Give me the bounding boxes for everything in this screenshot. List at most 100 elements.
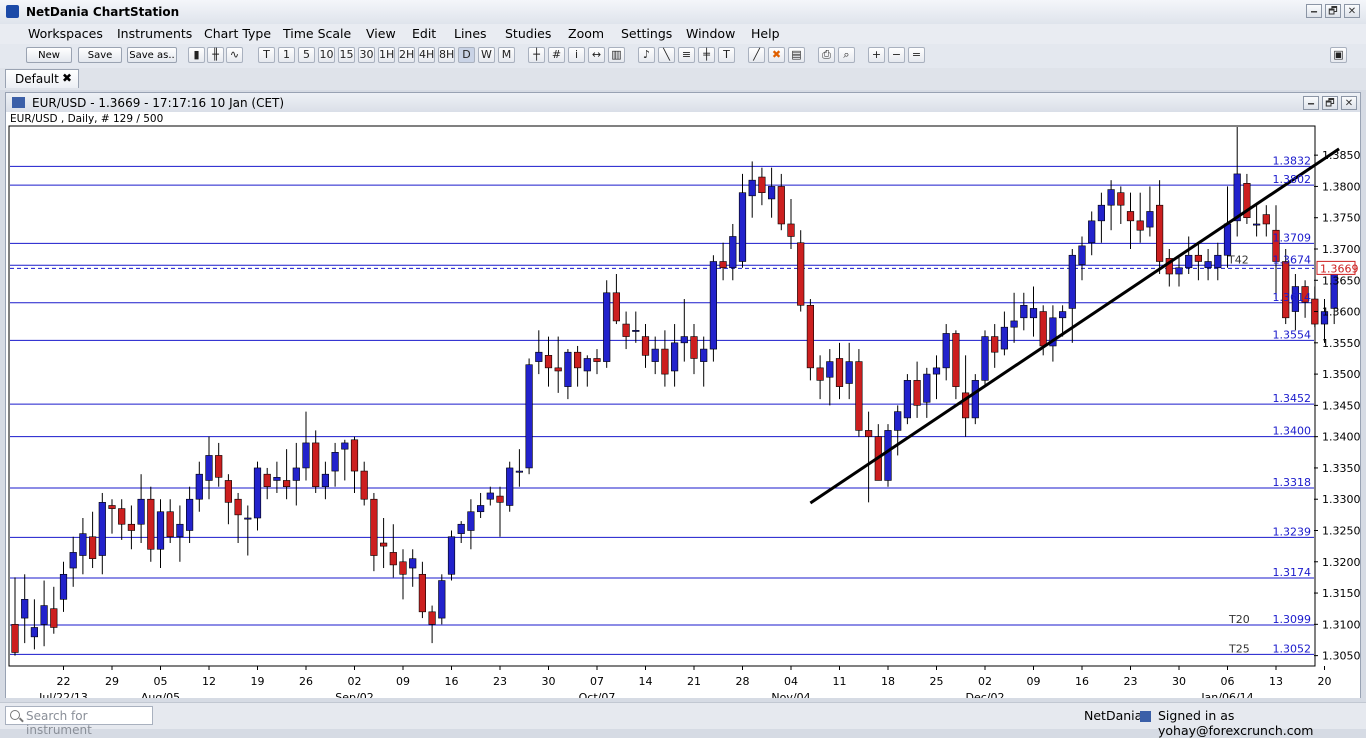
tab-close-icon[interactable]: ✖ (62, 71, 72, 85)
zoom-reset-icon[interactable]: = (908, 47, 925, 63)
draw-line-icon[interactable]: ╱ (748, 47, 765, 63)
candle-body (1146, 211, 1154, 228)
menu-settings[interactable]: Settings (621, 26, 672, 41)
candle-body (845, 361, 853, 384)
save-button[interactable]: Save (78, 47, 122, 63)
candle-body (50, 608, 58, 628)
candle-body (855, 361, 863, 431)
candle-body (1059, 311, 1067, 319)
timeframe-1-button[interactable]: 1 (278, 47, 295, 63)
level-label: 1.3174 (1273, 566, 1312, 579)
save-as-button[interactable]: Save as.. (127, 47, 177, 63)
zoom-out-icon[interactable]: − (888, 47, 905, 63)
timeframe-1h-button[interactable]: 1H (378, 47, 395, 63)
print-preview-icon[interactable]: ⌕ (838, 47, 855, 63)
timeframe-4h-button[interactable]: 4H (418, 47, 435, 63)
trendline-icon[interactable]: ╲ (658, 47, 675, 63)
chart-window-controls: 🗕 🗗 ✕ (1303, 96, 1357, 110)
info-icon[interactable]: i (568, 47, 585, 63)
close-button[interactable]: ✕ (1344, 4, 1360, 18)
x-tick-label: 22 (57, 675, 71, 688)
candle-body (564, 351, 572, 387)
candle-body (942, 333, 950, 369)
candle-body (903, 380, 911, 419)
layers-icon[interactable]: ▤ (788, 47, 805, 63)
panel-toggle-icon[interactable]: ▣ (1330, 47, 1347, 63)
candle-body (923, 373, 931, 403)
crosshair-icon[interactable]: ┼ (528, 47, 545, 63)
app-titlebar: NetDania ChartStation 🗕 🗗 ✕ (0, 0, 1366, 25)
expand-horizontal-icon[interactable]: ↔ (588, 47, 605, 63)
x-tick-label: 20 (1318, 675, 1332, 688)
candle-body (603, 292, 611, 362)
chart-maximize-button[interactable]: 🗗 (1322, 96, 1338, 110)
y-tick-label: 1.3450 (1322, 399, 1360, 412)
menu-view[interactable]: View (366, 26, 396, 41)
channel-icon[interactable]: ╪ (698, 47, 715, 63)
menu-studies[interactable]: Studies (505, 26, 551, 41)
timeframe-15-button[interactable]: 15 (338, 47, 355, 63)
menu-lines[interactable]: Lines (454, 26, 487, 41)
timeframe-t-button[interactable]: T (258, 47, 275, 63)
text-tool-icon[interactable]: T (718, 47, 735, 63)
menu-workspaces[interactable]: Workspaces (28, 26, 103, 41)
bar-chart-icon[interactable]: ╫ (207, 47, 224, 63)
timeframe-8h-button[interactable]: 8H (438, 47, 455, 63)
minimize-button[interactable]: 🗕 (1306, 4, 1322, 18)
zoom-in-icon[interactable]: + (868, 47, 885, 63)
fibonacci-icon[interactable]: ≡ (678, 47, 695, 63)
menu-window[interactable]: Window (686, 26, 735, 41)
delete-drawing-icon[interactable]: ✖ (768, 47, 785, 63)
toolbar: New Save Save as.. ▮ ╫ ∿ T 1 5 10 15 30 … (0, 44, 1366, 69)
print-icon[interactable]: ⎙ (818, 47, 835, 63)
candlestick-chart-icon[interactable]: ▮ (188, 47, 205, 63)
price-chart[interactable]: 1.3050 1.3100 1.3150 1.3200 1.3250 1.3300 1.33… (6, 112, 1360, 698)
line-chart-icon[interactable]: ∿ (226, 47, 243, 63)
candle-body (331, 452, 339, 472)
x-tick-label: 30 (542, 675, 556, 688)
candle-body (118, 508, 126, 525)
candle-body (709, 261, 717, 350)
candle-body (651, 348, 659, 362)
chart-window-title: EUR/USD - 1.3669 - 17:17:16 10 Jan (CET) (32, 96, 285, 110)
candle-body (554, 367, 562, 372)
grid-icon[interactable]: # (548, 47, 565, 63)
instrument-search-input[interactable]: Search for instrument (5, 706, 153, 737)
candle-body (127, 523, 135, 531)
menu-help[interactable]: Help (751, 26, 780, 41)
timeframe-m-button[interactable]: M (498, 47, 515, 63)
timeframe-2h-button[interactable]: 2H (398, 47, 415, 63)
chart-minimize-button[interactable]: 🗕 (1303, 96, 1319, 110)
candle-body (641, 336, 650, 356)
timeframe-w-button[interactable]: W (478, 47, 495, 63)
new-button[interactable]: New (26, 47, 72, 63)
menu-zoom[interactable]: Zoom (568, 26, 604, 41)
candle-body (515, 470, 524, 473)
level-label: 1.3709 (1273, 231, 1312, 244)
tab-default[interactable]: Default ✖ (5, 69, 79, 88)
candle-body (1078, 245, 1086, 265)
y-tick-label: 1.3300 (1322, 493, 1360, 506)
candle-body (370, 498, 378, 556)
menu-time-scale[interactable]: Time Scale (283, 26, 351, 41)
candle-body (195, 473, 203, 500)
menu-edit[interactable]: Edit (412, 26, 436, 41)
menu-instruments[interactable]: Instruments (117, 26, 192, 41)
chart-close-button[interactable]: ✕ (1341, 96, 1357, 110)
timeframe-5-button[interactable]: 5 (298, 47, 315, 63)
maximize-button[interactable]: 🗗 (1325, 4, 1341, 18)
timeframe-30-button[interactable]: 30 (358, 47, 375, 63)
candle-body (379, 542, 388, 547)
candle-body (544, 355, 553, 369)
candle-body (234, 498, 242, 516)
x-tick-label: 28 (736, 675, 750, 688)
timeframe-10-button[interactable]: 10 (318, 47, 335, 63)
menu-chart-type[interactable]: Chart Type (204, 26, 271, 41)
level-tag: T25 (1228, 642, 1250, 655)
bell-icon[interactable]: ♪ (638, 47, 655, 63)
timeframe-d-button[interactable]: D (458, 47, 475, 63)
volume-icon[interactable]: ▥ (608, 47, 625, 63)
x-tick-label: 11 (833, 675, 847, 688)
candle-body (1020, 304, 1028, 319)
chart-icon (12, 97, 25, 108)
